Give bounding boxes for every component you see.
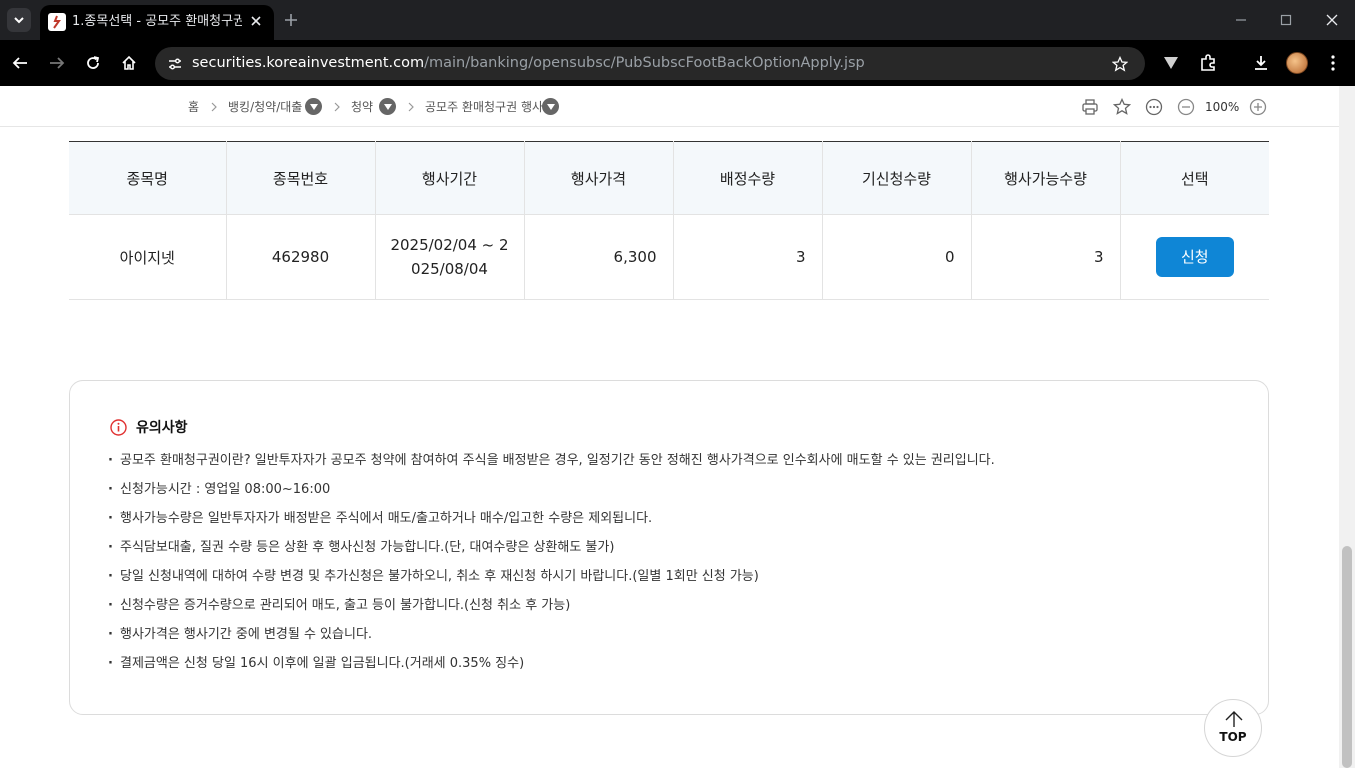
breadcrumb-level1[interactable]: 뱅킹/청약/대출: [228, 99, 302, 115]
zoom-level: 100%: [1205, 100, 1240, 114]
exercise-option-table: 종목명 종목번호 행사기간 행사가격 배정수량 기신청수량 행사가능수량 선택 …: [69, 141, 1269, 300]
chevron-right-icon: [210, 100, 218, 114]
favorite-star-icon[interactable]: [1111, 96, 1133, 118]
bookmark-star-icon[interactable]: [1109, 53, 1131, 75]
chevron-right-icon: [407, 100, 415, 114]
site-favicon-icon: [48, 13, 66, 31]
tab-title: 1.종목선택 - 공모주 환매청구권: [72, 14, 242, 29]
notice-item: 주식담보대출, 질권 수량 등은 상환 후 행사신청 가능합니다.(단, 대여수…: [108, 538, 995, 567]
table-header-row: 종목명 종목번호 행사기간 행사가격 배정수량 기신청수량 행사가능수량 선택: [69, 141, 1269, 215]
header-available-qty: 행사가능수량: [971, 141, 1121, 215]
notice-box: 유의사항 공모주 환매청구권이란? 일반투자자가 공모주 청약에 참여하여 주식…: [69, 380, 1269, 715]
extensions-puzzle-icon[interactable]: [1196, 51, 1220, 75]
breadcrumb-level3-dropdown-icon[interactable]: [542, 98, 559, 115]
minimize-icon[interactable]: [1230, 9, 1252, 31]
zoom-out-icon[interactable]: [1175, 96, 1197, 118]
breadcrumb-level3[interactable]: 공모주 환매청구권 행사: [425, 99, 543, 115]
notice-item: 행사가격은 행사기간 중에 변경될 수 있습니다.: [108, 625, 995, 654]
cell-stock-name: 아이지넷: [69, 214, 227, 300]
notice-header: 유의사항: [110, 417, 188, 437]
header-stock-code: 종목번호: [226, 141, 376, 215]
breadcrumb: 홈 뱅킹/청약/대출 청약 공모주 환매청구권 행사 100%: [0, 86, 1339, 127]
more-options-icon[interactable]: [1143, 96, 1165, 118]
print-icon[interactable]: [1079, 96, 1101, 118]
notice-item: 결제금액은 신청 당일 16시 이후에 일괄 입금됩니다.(거래세 0.35% …: [108, 654, 995, 683]
web-page: 홈 뱅킹/청약/대출 청약 공모주 환매청구권 행사 100% 종목명 종목번호…: [0, 86, 1339, 768]
chevron-down-icon: [14, 17, 24, 24]
header-stock-name: 종목명: [69, 141, 227, 215]
cell-exercise-price: 6,300: [524, 214, 674, 300]
browser-menu-icon[interactable]: [1321, 51, 1345, 75]
header-applied-qty: 기신청수량: [822, 141, 972, 215]
notice-title: 유의사항: [136, 420, 188, 436]
notice-list: 공모주 환매청구권이란? 일반투자자가 공모주 청약에 참여하여 주식을 배정받…: [108, 451, 995, 683]
notice-item: 당일 신청내역에 대하여 수량 변경 및 추가신청은 불가하오니, 취소 후 재…: [108, 567, 995, 596]
cell-allotted-qty: 3: [673, 214, 823, 300]
site-info-icon[interactable]: [163, 52, 187, 76]
tab-close-icon[interactable]: [246, 11, 266, 31]
url-text: securities.koreainvestment.com/main/bank…: [192, 55, 865, 72]
breadcrumb-level2-dropdown-icon[interactable]: [379, 98, 396, 115]
new-tab-plus-icon[interactable]: [280, 9, 302, 31]
browser-tab-strip: 1.종목선택 - 공모주 환매청구권: [0, 0, 1355, 40]
profile-avatar[interactable]: [1286, 52, 1308, 74]
active-tab[interactable]: 1.종목선택 - 공모주 환매청구권: [40, 5, 274, 40]
cell-exercise-period: 2025/02/04 ~ 2025/08/04: [375, 214, 525, 300]
table-row: 아이지넷 462980 2025/02/04 ~ 2025/08/04 6,30…: [69, 214, 1269, 300]
breadcrumb-level2[interactable]: 청약: [351, 99, 373, 115]
notice-item: 신청수량은 증거수량으로 관리되어 매도, 출고 등이 불가합니다.(신청 취소…: [108, 596, 995, 625]
header-select: 선택: [1120, 141, 1269, 215]
url-host: securities.koreainvestment.com: [192, 55, 425, 71]
cell-stock-code: 462980: [226, 214, 376, 300]
notice-item: 공모주 환매청구권이란? 일반투자자가 공모주 청약에 참여하여 주식을 배정받…: [108, 451, 995, 480]
maximize-icon[interactable]: [1275, 9, 1297, 31]
forward-arrow-icon[interactable]: [45, 51, 69, 75]
tab-search-button[interactable]: [7, 8, 31, 32]
url-path: /main/banking/opensubsc/PubSubscFootBack…: [424, 55, 865, 71]
cell-select: 신청: [1120, 214, 1269, 300]
top-label: TOP: [1219, 730, 1247, 744]
address-bar[interactable]: securities.koreainvestment.com/main/bank…: [155, 47, 1145, 80]
download-icon[interactable]: [1249, 51, 1273, 75]
back-arrow-icon[interactable]: [8, 51, 32, 75]
header-exercise-price: 행사가격: [524, 141, 674, 215]
breadcrumb-level1-dropdown-icon[interactable]: [305, 98, 322, 115]
breadcrumb-home[interactable]: 홈: [188, 99, 199, 115]
header-allotted-qty: 배정수량: [673, 141, 823, 215]
vpn-shield-icon[interactable]: [1159, 51, 1183, 75]
apply-button[interactable]: 신청: [1155, 237, 1234, 277]
header-exercise-period: 행사기간: [375, 141, 525, 215]
chevron-right-icon: [333, 100, 341, 114]
home-icon[interactable]: [117, 51, 141, 75]
scroll-to-top-button[interactable]: TOP: [1204, 699, 1262, 757]
zoom-in-icon[interactable]: [1247, 96, 1269, 118]
info-alert-icon: [110, 418, 127, 436]
window-close-icon[interactable]: [1321, 9, 1343, 31]
arrow-up-icon: [1225, 711, 1243, 727]
notice-item: 행사가능수량은 일반투자자가 배정받은 주식에서 매도/출고하거나 매수/입고한…: [108, 509, 995, 538]
cell-available-qty: 3: [971, 214, 1121, 300]
scrollbar-thumb[interactable]: [1342, 546, 1352, 768]
reload-icon[interactable]: [81, 51, 105, 75]
cell-applied-qty: 0: [822, 214, 972, 300]
notice-item: 신청가능시간 : 영업일 08:00~16:00: [108, 480, 995, 509]
